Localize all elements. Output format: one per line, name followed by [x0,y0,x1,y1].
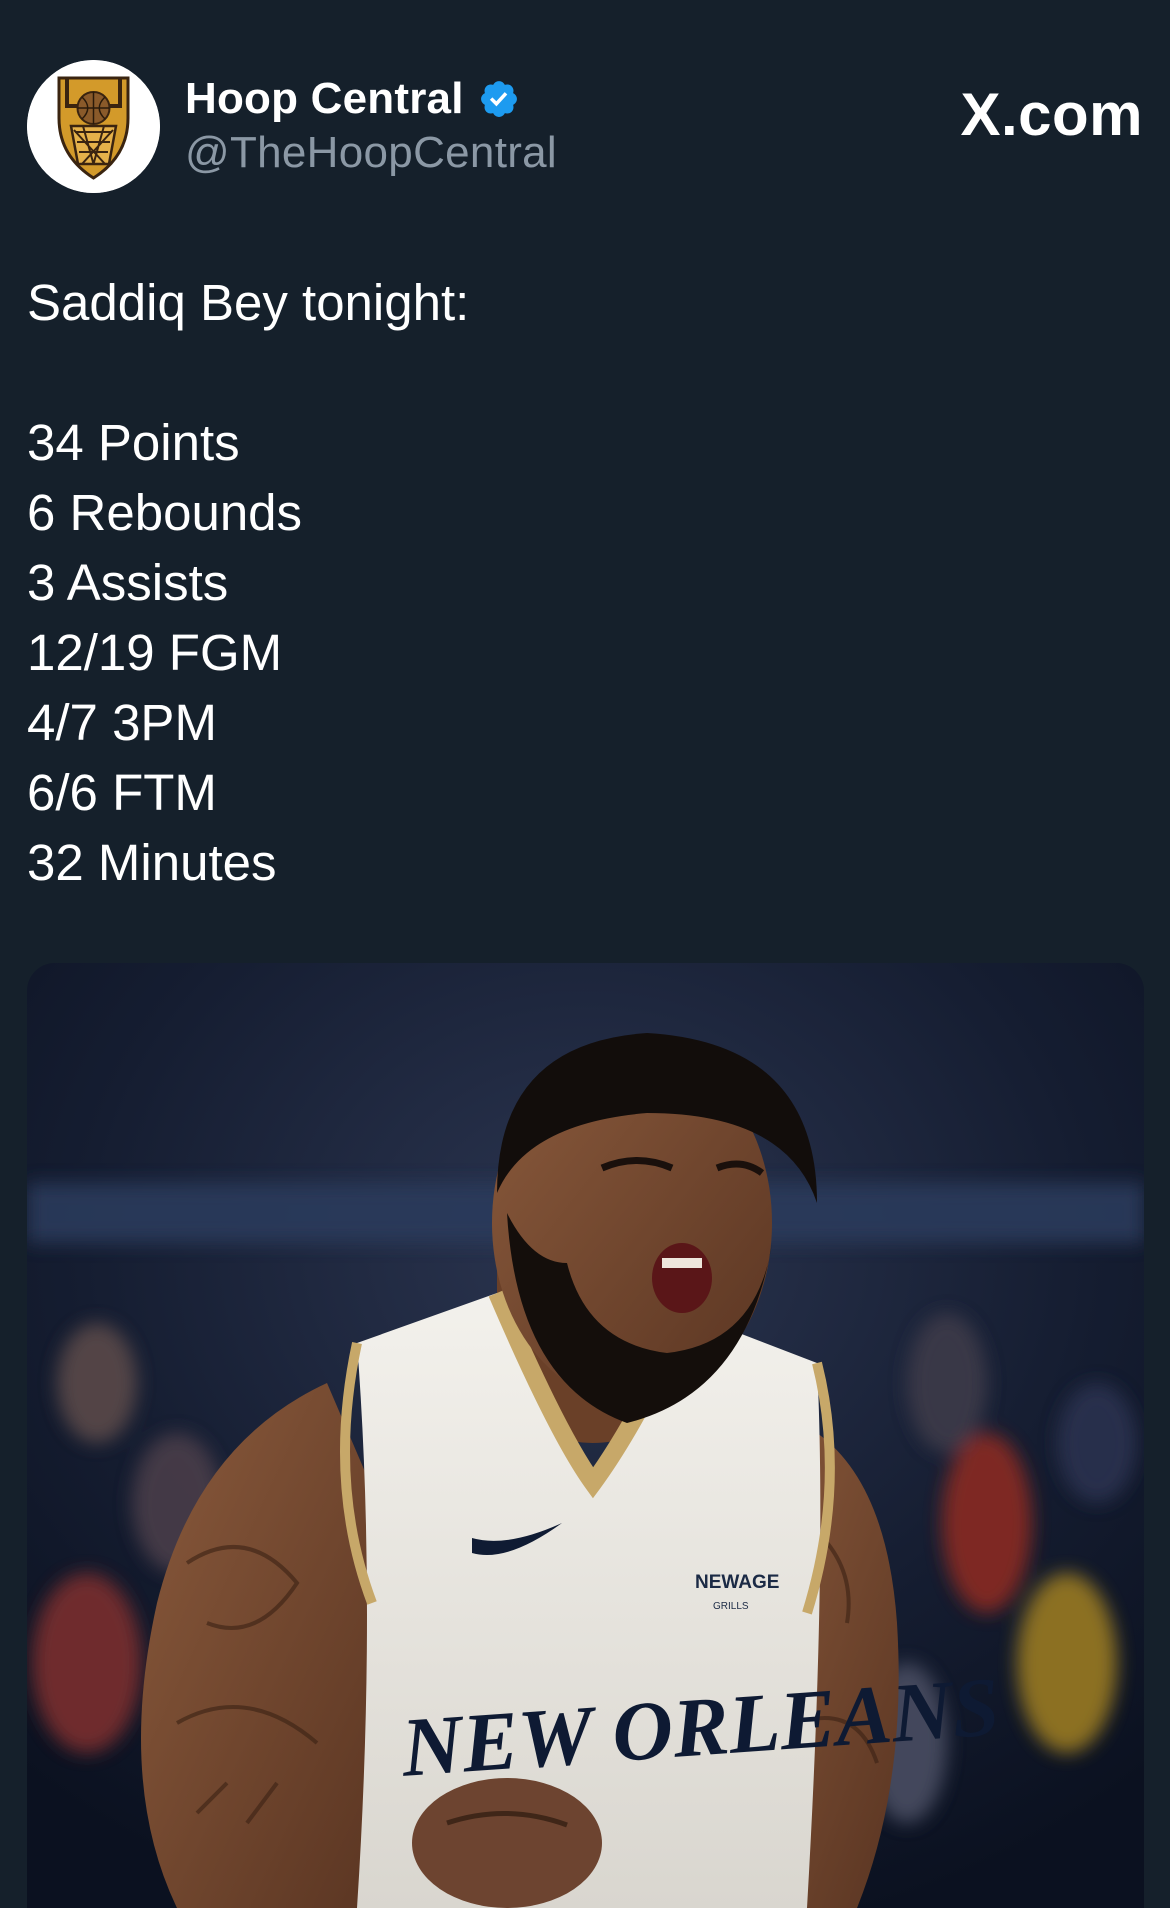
tweet-intro: Saddiq Bey tonight: [27,274,470,331]
account-avatar[interactable] [27,60,160,193]
tweet-text: Saddiq Bey tonight: 34 Points 6 Rebounds… [27,268,469,898]
jersey-sponsor-sub: GRILLS [713,1601,749,1612]
account-names: Hoop Central @TheHoopCentral [185,72,557,178]
stat-line: 34 Points [27,414,240,471]
player-photo: NEWAGE GRILLS NEW ORLEANS [27,963,1144,1908]
tweet-media-photo[interactable]: NEWAGE GRILLS NEW ORLEANS [27,963,1144,1908]
stat-line: 6 Rebounds [27,484,303,541]
account-handle[interactable]: @TheHoopCentral [185,128,557,178]
stat-line: 6/6 FTM [27,764,217,821]
stat-line: 4/7 3PM [27,694,217,751]
stat-line: 3 Assists [27,554,229,611]
jersey-sponsor: NEWAGE [695,1572,779,1593]
stat-line: 12/19 FGM [27,624,283,681]
tweet-header: Hoop Central @TheHoopCentral X.com [27,60,1143,194]
display-name-row: Hoop Central [185,72,557,126]
source-label: X.com [960,81,1143,148]
stat-line: 32 Minutes [27,834,277,891]
hoop-central-logo-icon [27,60,160,193]
display-name[interactable]: Hoop Central [185,74,464,124]
verified-badge-icon [480,81,517,117]
